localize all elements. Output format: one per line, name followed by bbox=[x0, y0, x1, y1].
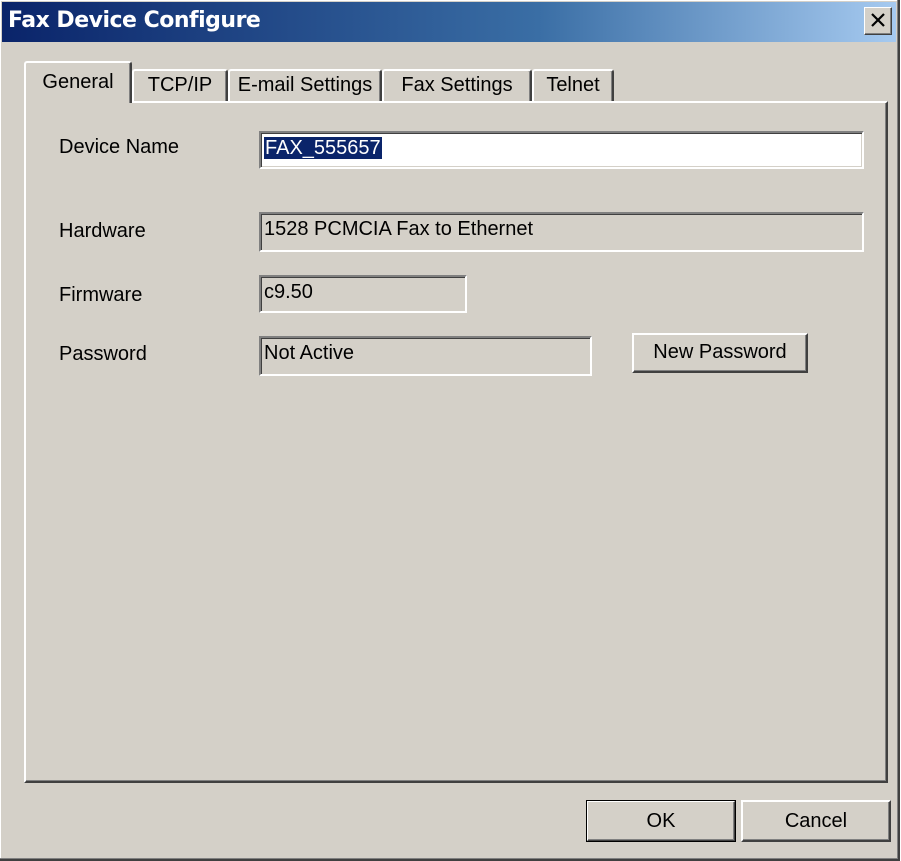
hardware-value: 1528 PCMCIA Fax to Ethernet bbox=[264, 218, 534, 240]
tab-telnet[interactable]: Telnet bbox=[532, 69, 614, 101]
tab-email-settings[interactable]: E-mail Settings bbox=[228, 69, 382, 101]
tab-tcp-ip[interactable]: TCP/IP bbox=[132, 69, 228, 101]
password-value: Not Active bbox=[264, 342, 355, 364]
firmware-label: Firmware bbox=[59, 284, 143, 306]
cancel-button-label: Cancel bbox=[784, 810, 848, 832]
new-password-button-label: New Password bbox=[653, 341, 787, 363]
cancel-button[interactable]: Cancel bbox=[741, 800, 891, 842]
close-button[interactable] bbox=[864, 7, 892, 35]
firmware-value: c9.50 bbox=[264, 281, 313, 303]
title-bar[interactable]: Fax Device Configure bbox=[2, 2, 896, 42]
tab-general[interactable]: General bbox=[24, 61, 132, 103]
device-name-value: FAX_555657 bbox=[264, 137, 382, 159]
password-field: Not Active bbox=[259, 336, 592, 376]
tab-fax-settings[interactable]: Fax Settings bbox=[382, 69, 532, 101]
password-label: Password bbox=[59, 343, 147, 365]
tab-general-label: General bbox=[42, 71, 114, 93]
new-password-button[interactable]: New Password bbox=[632, 333, 808, 373]
ok-button-label: OK bbox=[646, 810, 676, 832]
ok-button[interactable]: OK bbox=[586, 800, 736, 842]
tab-email-settings-label: E-mail Settings bbox=[237, 74, 373, 96]
device-name-input[interactable]: FAX_555657 bbox=[259, 131, 864, 169]
hardware-label: Hardware bbox=[59, 220, 146, 242]
fax-device-configure-dialog: Fax Device Configure General TCP/IP E-ma… bbox=[0, 0, 900, 861]
firmware-field: c9.50 bbox=[259, 275, 467, 313]
hardware-field: 1528 PCMCIA Fax to Ethernet bbox=[259, 212, 864, 252]
device-name-label: Device Name bbox=[59, 136, 180, 158]
general-tab-panel: Device Name FAX_555657 Hardware 1528 PCM… bbox=[24, 101, 888, 783]
close-icon bbox=[871, 13, 885, 27]
tab-telnet-label: Telnet bbox=[546, 74, 600, 96]
tab-fax-settings-label: Fax Settings bbox=[401, 74, 513, 96]
tab-tcp-ip-label: TCP/IP bbox=[147, 74, 213, 96]
window-title: Fax Device Configure bbox=[8, 8, 261, 33]
